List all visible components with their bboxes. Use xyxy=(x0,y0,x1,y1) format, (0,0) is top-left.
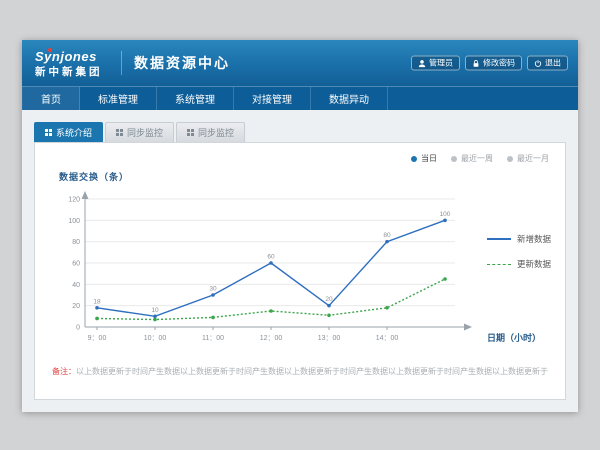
svg-text:14：00: 14：00 xyxy=(376,335,399,342)
svg-text:13：00: 13：00 xyxy=(318,335,341,342)
nav-item-interface-mgmt[interactable]: 对接管理 xyxy=(234,87,311,110)
dot-icon xyxy=(411,156,417,162)
x-axis-title: 日期（小时） xyxy=(487,331,541,344)
tab-label: 同步监控 xyxy=(127,126,163,139)
time-range-filters: 当日 最近一周 最近一月 xyxy=(411,153,549,164)
logo-subtext: 新中新集团 xyxy=(35,66,117,79)
tab-bar: 系统介绍 同步监控 同步监控 xyxy=(34,122,566,142)
svg-text:40: 40 xyxy=(72,282,80,289)
nav-item-home[interactable]: 首页 xyxy=(22,87,80,110)
tab-sync-monitor-1[interactable]: 同步监控 xyxy=(105,122,174,142)
main-nav: 首页 标准管理 系统管理 对接管理 数据异动 xyxy=(22,86,578,110)
legend-label: 更新数据 xyxy=(517,258,551,270)
tab-system-intro[interactable]: 系统介绍 xyxy=(34,122,103,142)
svg-text:100: 100 xyxy=(440,211,451,218)
svg-text:20: 20 xyxy=(325,296,333,303)
legend-item-new-data[interactable]: 新增数据 xyxy=(487,233,551,245)
filter-label: 最近一月 xyxy=(517,153,549,164)
content-area: 系统介绍 同步监控 同步监控 当日 xyxy=(22,110,578,412)
svg-text:0: 0 xyxy=(76,325,80,332)
filter-label: 当日 xyxy=(421,153,437,164)
grid-icon xyxy=(116,129,123,136)
svg-text:20: 20 xyxy=(72,303,80,310)
app-title: 数据资源中心 xyxy=(134,53,230,73)
svg-text:100: 100 xyxy=(68,218,80,225)
logo-accent-dot xyxy=(48,48,52,52)
tab-label: 同步监控 xyxy=(198,126,234,139)
filter-last-month[interactable]: 最近一月 xyxy=(507,153,549,164)
y-axis-title: 数据交换（条） xyxy=(59,170,129,183)
footnote-label: 备注： xyxy=(52,367,76,376)
admin-button[interactable]: 管理员 xyxy=(411,56,460,71)
svg-text:11：00: 11：00 xyxy=(202,335,224,342)
logout-icon xyxy=(534,59,542,67)
legend-label: 新增数据 xyxy=(517,233,551,245)
brand-logo: Synjones 新中新集团 xyxy=(22,48,117,79)
app-window: Synjones 新中新集团 数据资源中心 管理员 修改密码 xyxy=(22,40,578,412)
svg-text:12：00: 12：00 xyxy=(260,335,283,342)
line-chart: 0 20 40 60 80 100 120 9：00 10：00 11：00 12：00 13：00 1… xyxy=(55,187,485,357)
footnote-text: 以上数据更新于时间产生数据以上数据更新于时间产生数据以上数据更新于时间产生数据以… xyxy=(76,367,548,376)
dashed-line-sample-icon xyxy=(487,264,511,265)
filter-last-week[interactable]: 最近一周 xyxy=(451,153,493,164)
user-icon xyxy=(418,59,426,67)
chart-legend: 新增数据 更新数据 xyxy=(487,233,551,270)
footnote: 备注：以上数据更新于时间产生数据以上数据更新于时间产生数据以上数据更新于时间产生… xyxy=(45,366,555,377)
change-password-button[interactable]: 修改密码 xyxy=(465,56,522,71)
logout-button[interactable]: 退出 xyxy=(527,56,568,71)
logo-text: Synjones xyxy=(35,50,97,63)
filter-label: 最近一周 xyxy=(461,153,493,164)
nav-item-standard-mgmt[interactable]: 标准管理 xyxy=(80,87,157,110)
nav-item-system-mgmt[interactable]: 系统管理 xyxy=(157,87,234,110)
grid-icon xyxy=(45,129,52,136)
svg-text:80: 80 xyxy=(383,232,391,239)
svg-text:9：00: 9：00 xyxy=(88,335,107,342)
svg-text:10: 10 xyxy=(151,307,159,314)
solid-line-sample-icon xyxy=(487,238,511,240)
change-password-button-label: 修改密码 xyxy=(483,59,515,68)
svg-text:10：00: 10：00 xyxy=(144,335,167,342)
lock-icon xyxy=(472,59,480,67)
header-actions: 管理员 修改密码 退出 xyxy=(411,56,568,71)
app-header: Synjones 新中新集团 数据资源中心 管理员 修改密码 xyxy=(22,40,578,86)
tab-sync-monitor-2[interactable]: 同步监控 xyxy=(176,122,245,142)
dot-icon xyxy=(507,156,513,162)
svg-text:120: 120 xyxy=(68,197,80,204)
svg-text:30: 30 xyxy=(209,286,217,293)
filter-today[interactable]: 当日 xyxy=(411,153,437,164)
legend-item-updated-data[interactable]: 更新数据 xyxy=(487,258,551,270)
svg-text:18: 18 xyxy=(93,298,101,305)
svg-text:80: 80 xyxy=(72,239,80,246)
logout-button-label: 退出 xyxy=(545,59,561,68)
admin-button-label: 管理员 xyxy=(429,59,453,68)
header-divider xyxy=(121,51,122,75)
svg-text:60: 60 xyxy=(267,254,275,261)
tab-label: 系统介绍 xyxy=(56,126,92,139)
dot-icon xyxy=(451,156,457,162)
chart-panel: 当日 最近一周 最近一月 数据交换（条） 0 20 40 60 80 100 120 9：00… xyxy=(34,142,566,400)
nav-item-data-changes[interactable]: 数据异动 xyxy=(311,87,388,110)
logo-wordmark: Synjones xyxy=(35,49,97,64)
grid-icon xyxy=(187,129,194,136)
svg-text:60: 60 xyxy=(72,261,80,268)
